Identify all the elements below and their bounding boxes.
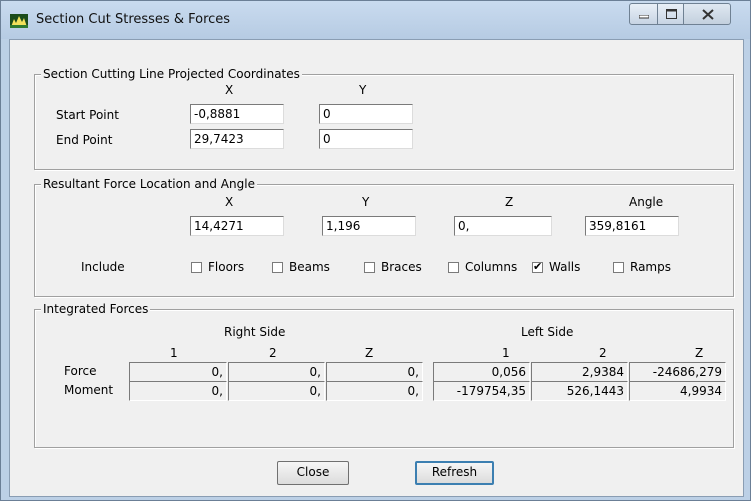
- force-left-z: -24686,279: [629, 362, 726, 382]
- section-line-x-header: X: [225, 83, 234, 97]
- floors-checkbox[interactable]: [191, 262, 202, 273]
- ramps-label[interactable]: Ramps: [630, 260, 671, 274]
- include-label: Include: [81, 260, 125, 274]
- app-icon: [10, 14, 28, 28]
- refresh-button[interactable]: Refresh: [415, 461, 494, 485]
- resultant-x-header: X: [225, 195, 234, 209]
- section-line-y-header: Y: [359, 83, 367, 97]
- integrated-group-title: Integrated Forces: [41, 302, 151, 316]
- ramps-checkbox[interactable]: [613, 262, 624, 273]
- resultant-z-field[interactable]: 0,: [454, 216, 552, 236]
- maximize-button[interactable]: [657, 3, 684, 25]
- column-header: Z: [365, 346, 374, 360]
- column-header: Z: [695, 346, 704, 360]
- moment-right-2: 0,: [228, 381, 325, 401]
- maximize-icon: [666, 9, 677, 19]
- force-left-1: 0,056: [433, 362, 530, 382]
- column-header: 2: [269, 346, 277, 360]
- resultant-x-field[interactable]: 14,4271: [190, 216, 284, 236]
- integrated-forces-group: Integrated Forces Right Side Left Side 1…: [34, 302, 734, 448]
- beams-checkbox[interactable]: [272, 262, 283, 273]
- resultant-angle-field[interactable]: 359,8161: [585, 216, 679, 236]
- braces-checkbox[interactable]: [364, 262, 375, 273]
- force-right-z: 0,: [326, 362, 423, 382]
- window-title: Section Cut Stresses & Forces: [36, 12, 231, 27]
- walls-label[interactable]: Walls: [549, 260, 580, 274]
- force-row-label: Force: [64, 364, 97, 378]
- dialog-body: Section Cutting Line Projected Coordinat…: [9, 39, 744, 497]
- left-side-header: Left Side: [521, 325, 574, 339]
- close-button[interactable]: Close: [277, 461, 349, 485]
- moment-row-label: Moment: [64, 383, 114, 397]
- resultant-y-field[interactable]: 1,196: [322, 216, 416, 236]
- columns-label[interactable]: Columns: [465, 260, 517, 274]
- force-left-2: 2,9384: [531, 362, 628, 382]
- force-right-1: 0,: [129, 362, 227, 382]
- minimize-button[interactable]: [629, 3, 658, 25]
- start-point-label: Start Point: [56, 108, 119, 122]
- section-line-group: Section Cutting Line Projected Coordinat…: [34, 67, 734, 170]
- moment-right-1: 0,: [129, 381, 227, 401]
- column-header: 2: [599, 346, 607, 360]
- columns-checkbox[interactable]: [448, 262, 459, 273]
- close-icon: [702, 9, 714, 20]
- start-x-field[interactable]: -0,8881: [190, 104, 284, 124]
- close-window-button[interactable]: [683, 3, 731, 25]
- end-y-field[interactable]: 0: [319, 129, 413, 149]
- moment-left-1: -179754,35: [433, 381, 530, 401]
- end-x-field[interactable]: 29,7423: [190, 129, 284, 149]
- resultant-group-title: Resultant Force Location and Angle: [41, 177, 257, 191]
- force-right-2: 0,: [228, 362, 325, 382]
- moment-left-2: 526,1443: [531, 381, 628, 401]
- resultant-group: Resultant Force Location and Angle X Y Z…: [34, 177, 734, 297]
- resultant-z-header: Z: [505, 195, 514, 209]
- right-side-header: Right Side: [224, 325, 286, 339]
- resultant-angle-header: Angle: [629, 195, 664, 209]
- title-bar[interactable]: Section Cut Stresses & Forces: [1, 1, 750, 39]
- column-header: 1: [170, 346, 178, 360]
- resultant-y-header: Y: [362, 195, 370, 209]
- floors-label[interactable]: Floors: [208, 260, 244, 274]
- moment-right-z: 0,: [326, 381, 423, 401]
- start-y-field[interactable]: 0: [319, 104, 413, 124]
- beams-label[interactable]: Beams: [289, 260, 330, 274]
- column-header: 1: [502, 346, 510, 360]
- walls-check-icon: ✔: [533, 260, 543, 273]
- braces-label[interactable]: Braces: [381, 260, 422, 274]
- moment-left-z: 4,9934: [629, 381, 726, 401]
- walls-checkbox[interactable]: ✔: [532, 260, 543, 273]
- minimize-icon: [639, 15, 649, 19]
- section-line-group-title: Section Cutting Line Projected Coordinat…: [41, 67, 302, 81]
- end-point-label: End Point: [56, 133, 113, 147]
- dialog-window: Section Cut Stresses & Forces Section Cu…: [0, 0, 751, 501]
